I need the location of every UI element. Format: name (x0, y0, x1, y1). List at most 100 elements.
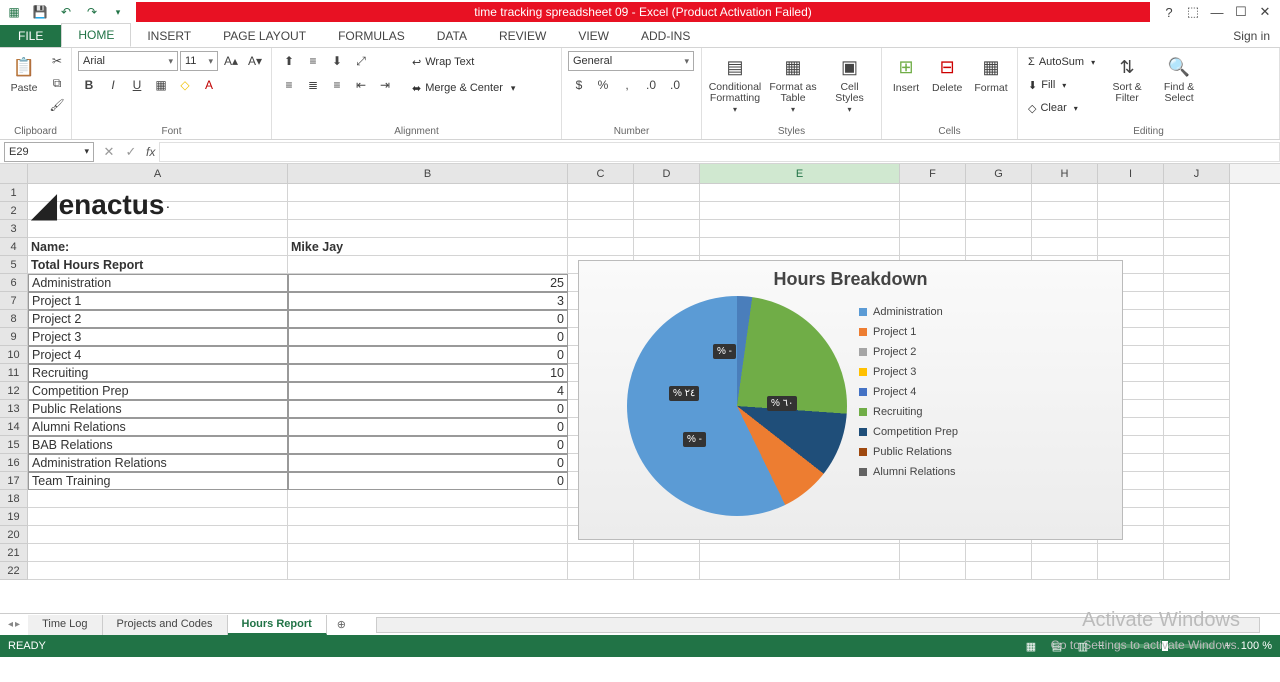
fill-color-button[interactable]: ◇ (174, 75, 196, 95)
cell[interactable] (568, 202, 634, 220)
cell[interactable] (1098, 238, 1164, 256)
cell[interactable] (1032, 184, 1098, 202)
cell[interactable] (634, 238, 700, 256)
format-as-table-button[interactable]: ▦Format as Table▾ (766, 51, 820, 116)
cell[interactable]: Project 1 (28, 292, 288, 310)
decrease-indent-icon[interactable]: ⇤ (350, 75, 372, 95)
cell[interactable] (1164, 310, 1230, 328)
signin-link[interactable]: Sign in (1223, 25, 1280, 47)
cell[interactable] (1164, 508, 1230, 526)
cell[interactable]: Project 3 (28, 328, 288, 346)
cell[interactable] (288, 256, 568, 274)
percent-format-icon[interactable]: % (592, 75, 614, 95)
cell[interactable] (900, 544, 966, 562)
col-header-E[interactable]: E (700, 164, 900, 183)
cell[interactable]: 10 (288, 364, 568, 382)
conditional-formatting-button[interactable]: ▤Conditional Formatting▾ (708, 51, 762, 116)
col-header-B[interactable]: B (288, 164, 568, 183)
cell[interactable] (1164, 400, 1230, 418)
align-top-icon[interactable]: ⬆ (278, 51, 300, 71)
insert-cells-button[interactable]: ⊞Insert (888, 51, 924, 96)
cell[interactable] (700, 184, 900, 202)
cell[interactable] (1164, 544, 1230, 562)
cell[interactable]: 3 (288, 292, 568, 310)
data-tab[interactable]: DATA (421, 25, 483, 47)
ribbon-display-icon[interactable]: ⬚ (1182, 2, 1204, 22)
cell[interactable] (288, 490, 568, 508)
cell[interactable] (1164, 256, 1230, 274)
cancel-formula-icon[interactable]: ✕ (98, 142, 120, 162)
zoom-out-button[interactable]: − (1098, 640, 1104, 652)
sort-filter-button[interactable]: ⇅Sort & Filter (1103, 51, 1151, 106)
help-icon[interactable]: ? (1158, 2, 1180, 22)
page-break-view-icon[interactable]: ▥ (1072, 637, 1094, 655)
cell[interactable]: BAB Relations (28, 436, 288, 454)
increase-decimal-icon[interactable]: .0 (640, 75, 662, 95)
cell[interactable] (700, 238, 900, 256)
col-header-A[interactable]: A (28, 164, 288, 183)
row-header[interactable]: 10 (0, 346, 28, 364)
maximize-icon[interactable]: ☐ (1230, 2, 1252, 22)
format-painter-icon[interactable]: 🖌 (46, 95, 68, 115)
cell[interactable] (288, 202, 568, 220)
pagelayout-tab[interactable]: PAGE LAYOUT (207, 25, 322, 47)
sheet-nav-last-icon[interactable]: ▸ (15, 619, 20, 630)
orientation-icon[interactable]: ⤢ (350, 51, 372, 71)
cell[interactable] (1032, 544, 1098, 562)
page-layout-view-icon[interactable]: ▤ (1046, 637, 1068, 655)
cell[interactable]: Project 4 (28, 346, 288, 364)
comma-format-icon[interactable]: , (616, 75, 638, 95)
cell[interactable] (288, 184, 568, 202)
paste-button[interactable]: 📋 Paste (6, 51, 42, 96)
increase-font-icon[interactable]: A▴ (220, 51, 242, 71)
cell-styles-button[interactable]: ▣Cell Styles▾ (824, 51, 875, 116)
cell[interactable] (900, 220, 966, 238)
row-header[interactable]: 15 (0, 436, 28, 454)
cell[interactable]: Project 2 (28, 310, 288, 328)
row-header[interactable]: 16 (0, 454, 28, 472)
cell[interactable] (288, 508, 568, 526)
qat-dropdown-icon[interactable]: ▾ (108, 2, 128, 22)
cell[interactable] (634, 544, 700, 562)
cell[interactable] (1164, 184, 1230, 202)
cell[interactable] (1164, 328, 1230, 346)
cell[interactable] (1164, 472, 1230, 490)
cell[interactable] (634, 220, 700, 238)
sheet-tab[interactable]: Time Log (28, 615, 102, 635)
cell[interactable] (1164, 364, 1230, 382)
row-header[interactable]: 12 (0, 382, 28, 400)
fx-icon[interactable]: fx (146, 145, 155, 159)
cell[interactable] (1032, 220, 1098, 238)
row-header[interactable]: 22 (0, 562, 28, 580)
row-header[interactable]: 20 (0, 526, 28, 544)
cell[interactable] (1098, 202, 1164, 220)
cell[interactable]: 4 (288, 382, 568, 400)
row-header[interactable]: 9 (0, 328, 28, 346)
review-tab[interactable]: REVIEW (483, 25, 562, 47)
bold-button[interactable]: B (78, 75, 100, 95)
cell[interactable] (1164, 418, 1230, 436)
cell[interactable] (634, 562, 700, 580)
cell[interactable]: Mike Jay (288, 238, 568, 256)
cell[interactable] (568, 220, 634, 238)
zoom-slider[interactable] (1114, 644, 1214, 648)
cell[interactable]: Alumni Relations (28, 418, 288, 436)
formula-input[interactable] (159, 142, 1280, 162)
cell[interactable]: Competition Prep (28, 382, 288, 400)
select-all-button[interactable] (0, 164, 28, 183)
enter-formula-icon[interactable]: ✓ (120, 142, 142, 162)
cell[interactable]: Public Relations (28, 400, 288, 418)
cell[interactable] (288, 562, 568, 580)
cell[interactable] (966, 238, 1032, 256)
insert-tab[interactable]: INSERT (131, 25, 207, 47)
cell[interactable]: 0 (288, 310, 568, 328)
row-header[interactable]: 7 (0, 292, 28, 310)
cell[interactable] (900, 184, 966, 202)
cell[interactable] (700, 562, 900, 580)
col-header-D[interactable]: D (634, 164, 700, 183)
cell[interactable] (900, 238, 966, 256)
cell[interactable]: Recruiting (28, 364, 288, 382)
row-header[interactable]: 1 (0, 184, 28, 202)
copy-icon[interactable]: ⧉ (46, 73, 68, 93)
row-header[interactable]: 8 (0, 310, 28, 328)
